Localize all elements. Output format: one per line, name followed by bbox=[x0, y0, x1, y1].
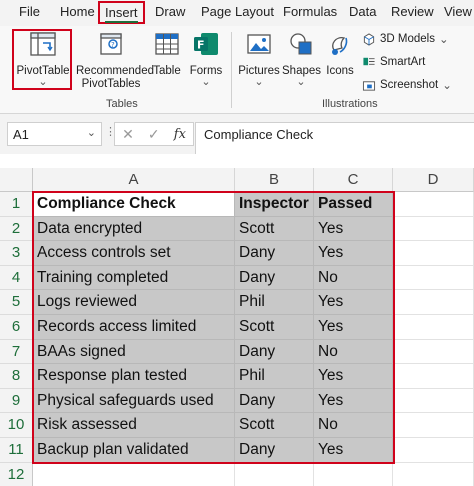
select-all-corner[interactable] bbox=[0, 168, 33, 192]
recommended-label-1: Recommended bbox=[76, 65, 154, 77]
column-header-a[interactable]: A bbox=[33, 168, 235, 192]
name-box[interactable]: A1 ⌄ bbox=[7, 122, 102, 146]
cell-b12[interactable] bbox=[235, 462, 314, 486]
cell-d5[interactable] bbox=[393, 290, 474, 315]
3d-models-label: 3D Models bbox=[380, 33, 435, 45]
icons-label: Icons bbox=[326, 65, 354, 77]
shapes-icon bbox=[290, 33, 312, 55]
3d-models-chevron: ⌄ bbox=[438, 34, 449, 46]
row-header-2[interactable]: 2 bbox=[0, 216, 33, 242]
cell-d1[interactable] bbox=[393, 192, 474, 217]
name-box-value: A1 bbox=[13, 127, 29, 142]
shapes-button[interactable]: Shapes ⌄ bbox=[282, 30, 321, 88]
svg-text:?: ? bbox=[111, 41, 115, 49]
cell-d11[interactable] bbox=[393, 438, 474, 463]
name-box-chevron[interactable]: ⌄ bbox=[87, 126, 96, 139]
row-header-7[interactable]: 7 bbox=[0, 339, 33, 365]
tab-formulas[interactable]: Formulas bbox=[283, 4, 337, 19]
row-header-10[interactable]: 10 bbox=[0, 413, 33, 438]
cell-d10[interactable] bbox=[393, 413, 474, 438]
screenshot-label: Screenshot bbox=[380, 79, 439, 91]
icons-button[interactable]: Icons bbox=[323, 30, 357, 78]
tab-view[interactable]: View bbox=[444, 4, 472, 19]
tab-page-layout[interactable]: Page Layout bbox=[201, 4, 274, 19]
3d-models-button[interactable]: 3D Models ⌄ bbox=[362, 32, 449, 46]
tab-insert[interactable]: Insert bbox=[98, 1, 145, 24]
ribbon: PivotTable ⌄ ? Recommended PivotTables T… bbox=[0, 26, 474, 114]
row-header-3[interactable]: 3 bbox=[0, 241, 33, 266]
smartart-label: SmartArt bbox=[380, 55, 426, 68]
cell-d9[interactable] bbox=[393, 388, 474, 414]
row-header-5[interactable]: 5 bbox=[0, 290, 33, 315]
table-icon bbox=[155, 33, 179, 55]
cell-a12[interactable] bbox=[33, 462, 235, 486]
row-header-9[interactable]: 9 bbox=[0, 388, 33, 414]
formula-actions: ✕ ✓ fx bbox=[114, 122, 194, 146]
column-header-c[interactable]: C bbox=[314, 168, 393, 192]
cell-d7[interactable] bbox=[393, 339, 474, 365]
tab-file[interactable]: File bbox=[19, 4, 40, 19]
row-header-4[interactable]: 4 bbox=[0, 265, 33, 291]
forms-icon: F bbox=[194, 33, 218, 55]
forms-chevron: ⌄ bbox=[201, 76, 211, 88]
cell-d2[interactable] bbox=[393, 216, 474, 242]
recommended-label-2: PivotTables bbox=[81, 78, 141, 90]
pivottable-highlight bbox=[12, 29, 72, 90]
table-label: Table bbox=[153, 65, 181, 77]
pictures-icon bbox=[247, 34, 271, 54]
row-header-8[interactable]: 8 bbox=[0, 364, 33, 389]
menu-bar: File Home Insert Draw Page Layout Formul… bbox=[0, 0, 474, 26]
row-header-6[interactable]: 6 bbox=[0, 315, 33, 340]
column-header-d[interactable]: D bbox=[393, 168, 474, 192]
formula-bar: A1 ⌄ ⋮ ✕ ✓ fx Compliance Check bbox=[0, 114, 474, 174]
cube-icon bbox=[363, 32, 375, 46]
pictures-button[interactable]: Pictures ⌄ bbox=[238, 30, 280, 88]
icons-icon bbox=[332, 37, 348, 55]
recommended-pivottables-button[interactable]: ? Recommended PivotTables bbox=[76, 30, 154, 91]
row-header-11[interactable]: 11 bbox=[0, 438, 33, 463]
screenshot-icon bbox=[362, 80, 376, 91]
row-header-1[interactable]: 1 bbox=[0, 192, 33, 217]
shapes-chevron: ⌄ bbox=[296, 76, 306, 88]
tab-draw[interactable]: Draw bbox=[155, 4, 185, 19]
illustrations-group-label: Illustrations bbox=[322, 98, 378, 110]
worksheet-grid: A B C D 1 Compliance Check Inspector Passed… bbox=[0, 154, 474, 486]
tables-group-label: Tables bbox=[106, 98, 138, 110]
row-header-12[interactable]: 12 bbox=[0, 462, 33, 486]
pictures-chevron: ⌄ bbox=[254, 76, 264, 88]
selection-border bbox=[32, 191, 395, 464]
cell-c12[interactable] bbox=[314, 462, 393, 486]
cell-d12[interactable] bbox=[393, 462, 474, 486]
tab-home[interactable]: Home bbox=[60, 4, 95, 19]
tab-review[interactable]: Review bbox=[391, 4, 434, 19]
tab-data[interactable]: Data bbox=[349, 4, 376, 19]
cell-d4[interactable] bbox=[393, 265, 474, 291]
table-button[interactable]: Table bbox=[150, 30, 184, 78]
smartart-icon bbox=[363, 57, 375, 66]
insert-function-icon[interactable]: fx bbox=[174, 127, 186, 142]
screenshot-chevron: ⌄ bbox=[442, 80, 452, 92]
column-header-b[interactable]: B bbox=[235, 168, 314, 192]
screenshot-button[interactable]: Screenshot ⌄ bbox=[362, 78, 452, 92]
tab-insert-label: Insert bbox=[105, 5, 138, 23]
cell-d3[interactable] bbox=[393, 241, 474, 266]
recommended-pivottables-icon: ? bbox=[100, 33, 122, 55]
forms-button[interactable]: F Forms ⌄ bbox=[188, 30, 224, 88]
group-separator bbox=[231, 32, 232, 108]
svg-text:F: F bbox=[197, 39, 205, 52]
enter-icon[interactable]: ✓ bbox=[148, 126, 160, 143]
cell-d6[interactable] bbox=[393, 315, 474, 340]
cell-d8[interactable] bbox=[393, 364, 474, 389]
smartart-button[interactable]: SmartArt bbox=[362, 55, 425, 68]
cancel-icon[interactable]: ✕ bbox=[122, 126, 134, 143]
